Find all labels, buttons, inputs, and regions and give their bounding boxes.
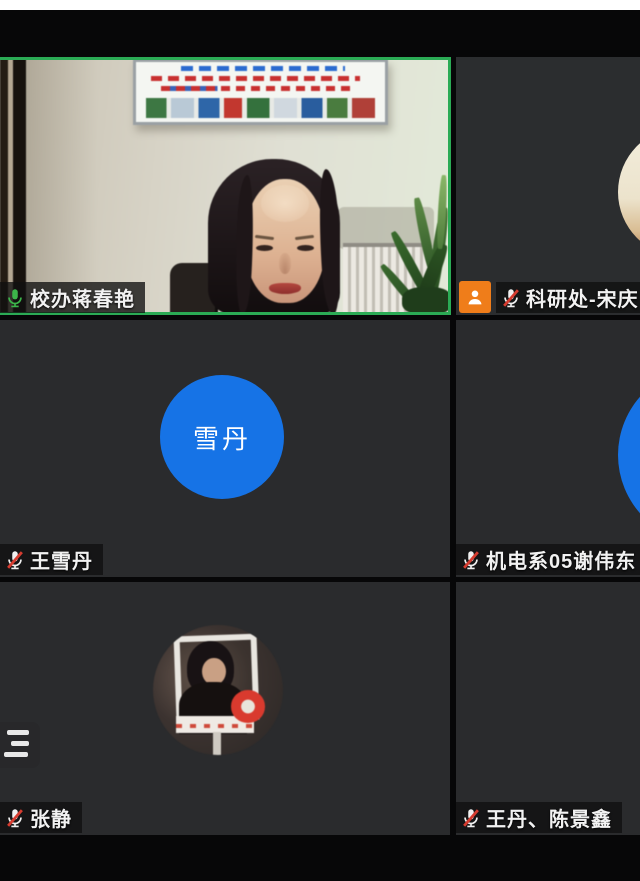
right-eyebrow [295,235,314,240]
mic-muted-icon [460,807,482,829]
video-grid: 校办蒋春艳 科研处-宋庆 [0,10,640,881]
mic-muted-icon [500,287,522,309]
scene-door-frame [0,57,26,315]
person-icon [464,286,486,308]
avatar-initials-partial [618,367,640,543]
poster-title-row [181,66,345,71]
person-face [245,179,325,303]
participant-tile[interactable]: 王丹、陈景鑫 [456,582,640,835]
participant-name: 王雪丹 [30,545,93,574]
name-label: 科研处-宋庆 [496,282,640,313]
participant-tile[interactable]: 科研处-宋庆 [456,57,640,315]
overlay-mark [4,752,28,757]
mic-on-icon [4,287,26,309]
lips [269,283,301,294]
name-label: 王丹、陈景鑫 [456,802,622,833]
photo-person-face [202,658,225,685]
participant-tile[interactable]: 机电系05谢伟东 [456,320,640,577]
photo-frame-handle [213,732,221,755]
avatar-initials-text: 雪丹 [193,419,251,456]
forehead-highlight [261,185,309,222]
poster-photo-strip [146,98,375,118]
mic-muted-icon [4,549,26,571]
participant-tile[interactable]: 张静 [0,582,450,835]
participant-name: 校办蒋春艳 [30,283,135,312]
left-eyebrow [255,235,274,240]
name-label: 机电系05谢伟东 [456,544,640,575]
name-label: 张静 [0,802,82,833]
participant-tile[interactable]: 雪丹 王雪丹 [0,320,450,577]
left-eye [256,245,273,251]
plant-base [402,287,451,315]
camera-video [0,57,451,315]
participant-name: 张静 [30,803,72,832]
name-label: 校办蒋春艳 [0,282,145,313]
poster-text-row [161,86,350,91]
clipped-overlay-marks [0,722,40,768]
avatar-photo-partial [618,127,640,257]
mic-muted-icon [460,549,482,571]
overlay-mark [7,730,29,735]
scene-wall-shadow [26,57,116,315]
poster-text-row [151,76,360,81]
mic-muted-icon [4,807,26,829]
participant-name: 科研处-宋庆 [526,283,639,312]
scene-poster-board [133,59,388,125]
avatar-initials: 雪丹 [160,375,284,499]
photo-red-sticker [231,690,265,723]
nose-shadow [279,253,292,274]
participant-name: 王丹、陈景鑫 [486,803,612,832]
overlay-mark [11,741,29,746]
right-eye [297,245,314,251]
avatar-photo [153,625,283,755]
person-badge-icon [459,281,491,313]
participant-name: 机电系05谢伟东 [486,545,636,574]
name-label: 王雪丹 [0,544,103,575]
meeting-window: 校办蒋春艳 科研处-宋庆 [0,0,640,881]
label-row: 科研处-宋庆 [459,281,640,313]
participant-tile-active-speaker[interactable]: 校办蒋春艳 [0,57,451,315]
